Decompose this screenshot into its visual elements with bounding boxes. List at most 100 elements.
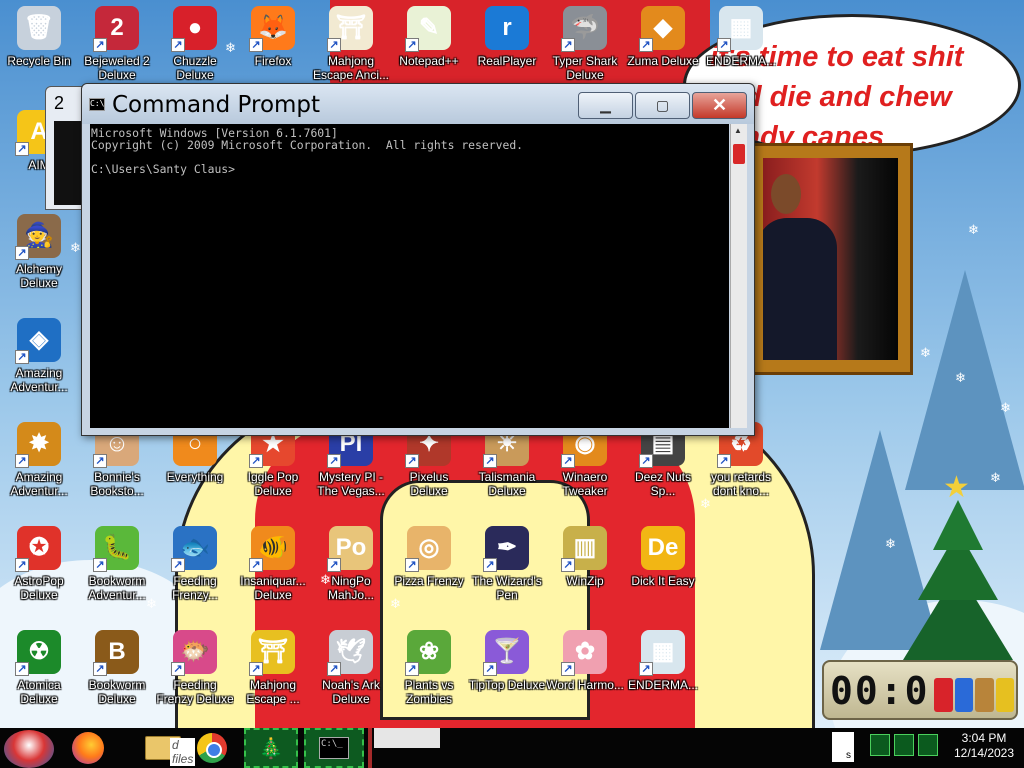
- desktop-icon-image: 🕊 ↗: [327, 630, 373, 676]
- desktop-icon-image: ◈ ↗: [15, 318, 61, 364]
- shortcut-arrow-icon: ↗: [561, 558, 575, 572]
- desktop-icon-image: ✿ ↗: [561, 630, 607, 676]
- desktop-icon-label: Bejeweled 2 Deluxe: [84, 54, 150, 82]
- desktop-icon[interactable]: ◆ ↗ Zuma Deluxe: [624, 0, 702, 68]
- desktop-icon-label: Amazing Adventur...: [10, 470, 68, 498]
- desktop-icon-image: ✸ ↗: [15, 422, 61, 468]
- snowflake-icon: ❄: [390, 596, 401, 611]
- shortcut-arrow-icon: ↗: [561, 662, 575, 676]
- desktop-icon-label: Everything: [166, 470, 224, 484]
- desktop-icon[interactable]: ✒ ↗ The Wizard's Pen: [468, 520, 546, 602]
- desktop-icon[interactable]: ◈ ↗ Amazing Adventur...: [0, 312, 78, 394]
- system-clock[interactable]: 3:04 PM 12/14/2023: [950, 731, 1018, 761]
- desktop-icon-label: Talismania Deluxe: [478, 470, 536, 498]
- desktop-icon-label: Winaero Tweaker: [562, 470, 608, 498]
- taskbar-christmas-tree-app[interactable]: 🎄: [244, 728, 298, 768]
- desktop-icon-image: ◆ ↗: [639, 6, 685, 52]
- desktop-icon[interactable]: ▦ ↗ ENDERMA...: [702, 0, 780, 68]
- scrollbar-thumb[interactable]: [733, 144, 745, 164]
- taskbar-firefox[interactable]: [64, 728, 112, 768]
- taskbar-blank-button[interactable]: [374, 728, 440, 748]
- desktop-icon[interactable]: ⛩ ↗ Mahjong Escape Anci...: [312, 0, 390, 82]
- desktop-icon[interactable]: ▥ ↗ WinZip: [546, 520, 624, 588]
- framed-portrait: [748, 143, 913, 375]
- tray-app-icon[interactable]: [870, 734, 890, 756]
- desktop-icon[interactable]: B ↗ Bookworm Deluxe: [78, 624, 156, 706]
- desktop-icon[interactable]: 🗑 Recycle Bin: [0, 0, 78, 68]
- desktop-icon[interactable]: ▦ ↗ ENDERMA...: [624, 624, 702, 692]
- desktop-icon-label: you retards dont kno...: [710, 470, 772, 498]
- gift-icon: [954, 678, 973, 712]
- taskbar-command-prompt[interactable]: C:\_: [304, 728, 364, 768]
- desktop-icon[interactable]: 🕊 ↗ Noah's Ark Deluxe: [312, 624, 390, 706]
- desktop-icon[interactable]: 🦊 ↗ Firefox: [234, 0, 312, 68]
- start-button[interactable]: [4, 730, 54, 768]
- desktop-icon[interactable]: 🐛 ↗ Bookworm Adventur...: [78, 520, 156, 602]
- shortcut-arrow-icon: ↗: [717, 454, 731, 468]
- desktop-icon-label: Alchemy Deluxe: [15, 262, 62, 290]
- tree-tier: [933, 500, 983, 550]
- desktop-icon[interactable]: ◎ ↗ Pizza Frenzy: [390, 520, 468, 588]
- desktop-icon[interactable]: 2 ↗ Bejeweled 2 Deluxe: [78, 0, 156, 82]
- window-titlebar[interactable]: C:\ Command Prompt ▁ ▢ ✕: [82, 84, 754, 124]
- desktop-icon[interactable]: r RealPlayer: [468, 0, 546, 68]
- desktop-icon[interactable]: ✪ ↗ AstroPop Deluxe: [0, 520, 78, 602]
- scroll-up-icon[interactable]: ▲: [734, 126, 744, 136]
- close-button[interactable]: ✕: [692, 92, 747, 119]
- taskbar-chrome[interactable]: [194, 728, 230, 768]
- shortcut-arrow-icon: ↗: [405, 558, 419, 572]
- desktop-icon[interactable]: ☢ ↗ Atomica Deluxe: [0, 624, 78, 706]
- background-window[interactable]: 2: [45, 86, 86, 210]
- shortcut-arrow-icon: ↗: [639, 38, 653, 52]
- desktop-icon-label: NingPo MahJo...: [327, 574, 375, 602]
- shortcut-arrow-icon: ↗: [405, 454, 419, 468]
- desktop-icon[interactable]: ✿ ↗ Word Harmo...: [546, 624, 624, 692]
- desktop-icon-image: De: [641, 526, 685, 570]
- desktop-icon-image: ● ↗: [171, 6, 217, 52]
- desktop-icon[interactable]: 🧙 ↗ Alchemy Deluxe: [0, 208, 78, 290]
- console-output[interactable]: Microsoft Windows [Version 6.1.7601] Copy…: [90, 124, 729, 428]
- snowflake-icon: ❄: [885, 536, 896, 551]
- desktop-icon-image: 🐟 ↗: [171, 526, 217, 572]
- desktop-icon-image: ⛩ ↗: [327, 6, 373, 52]
- desktop-icon[interactable]: 🦈 ↗ Typer Shark Deluxe: [546, 0, 624, 82]
- desktop-icon[interactable]: ❀ ↗ Plants vs Zombies: [390, 624, 468, 706]
- shortcut-arrow-icon: ↗: [15, 350, 29, 364]
- shortcut-arrow-icon: ↗: [249, 558, 263, 572]
- desktop-icon-label: Iggle Pop Deluxe: [247, 470, 299, 498]
- shortcut-arrow-icon: ↗: [717, 38, 731, 52]
- clock-date: 12/14/2023: [953, 746, 1015, 760]
- gifts-icon: [934, 678, 1014, 712]
- command-prompt-window[interactable]: C:\ Command Prompt ▁ ▢ ✕ Microsoft Windo…: [81, 83, 755, 436]
- tray-app-icon[interactable]: [918, 734, 938, 756]
- shortcut-arrow-icon: ↗: [483, 662, 497, 676]
- desktop-icon-image: 🍸 ↗: [483, 630, 529, 676]
- desktop-icon[interactable]: 🐠 ↗ Insaniquar... Deluxe: [234, 520, 312, 602]
- tray-app-icon[interactable]: [894, 734, 914, 756]
- gift-icon: [995, 678, 1014, 712]
- shortcut-arrow-icon: ↗: [93, 454, 107, 468]
- desktop-icon[interactable]: 🐡 ↗ Feeding Frenzy Deluxe: [156, 624, 234, 706]
- taskbar-explorer[interactable]: d files: [132, 728, 196, 768]
- desktop-icon-label: Feeding Frenzy...: [172, 574, 218, 602]
- desktop-icon[interactable]: 🐟 ↗ Feeding Frenzy...: [156, 520, 234, 602]
- cmd-icon[interactable]: C:\: [89, 98, 105, 111]
- desktop-icon[interactable]: ⛩ ↗ Mahjong Escape ...: [234, 624, 312, 706]
- desktop-icon[interactable]: De Dick It Easy: [624, 520, 702, 588]
- desktop-icon[interactable]: ✸ ↗ Amazing Adventur...: [0, 416, 78, 498]
- desktop-icon-label: ENDERMA...: [627, 678, 698, 692]
- desktop-icon[interactable]: ● ↗ Chuzzle Deluxe: [156, 0, 234, 82]
- desktop-icon[interactable]: ✎ ↗ Notepad++: [390, 0, 468, 68]
- shortcut-arrow-icon: ↗: [171, 38, 185, 52]
- shortcut-arrow-icon: ↗: [15, 246, 29, 260]
- desktop-icon[interactable]: Po ↗ NingPo MahJo...: [312, 520, 390, 602]
- clock-time: 3:04 PM: [961, 731, 1007, 745]
- countdown-widget[interactable]: 00:0: [822, 660, 1018, 720]
- desktop-icon[interactable]: 🍸 ↗ TipTop Deluxe: [468, 624, 546, 692]
- portrait-figure: [763, 218, 837, 360]
- shortcut-arrow-icon: ↗: [405, 38, 419, 52]
- vertical-scrollbar[interactable]: ▲: [730, 124, 747, 428]
- minimize-button[interactable]: ▁: [578, 92, 633, 119]
- desktop-icon-image: 🗑: [17, 6, 61, 50]
- maximize-button[interactable]: ▢: [635, 92, 690, 119]
